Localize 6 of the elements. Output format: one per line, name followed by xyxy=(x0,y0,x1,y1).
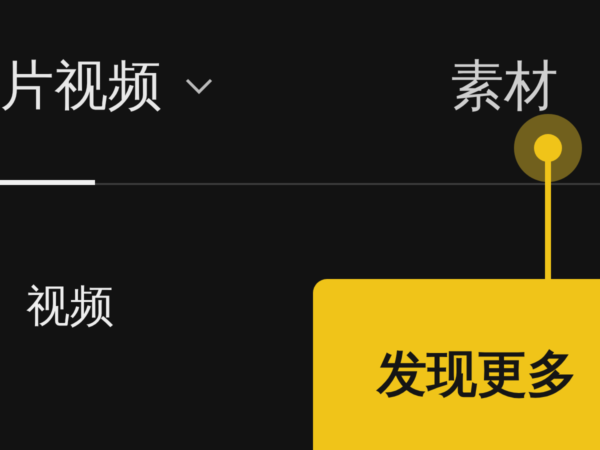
tab[interactable]: 素材 xyxy=(450,0,558,183)
tab[interactable]: 片视频 xyxy=(0,0,450,183)
tooltip-callout: 发现更多 xyxy=(313,279,600,450)
chevron-down-icon xyxy=(184,77,214,95)
list-item[interactable]: 视频 xyxy=(26,285,114,329)
highlight-dot-icon xyxy=(513,113,583,183)
